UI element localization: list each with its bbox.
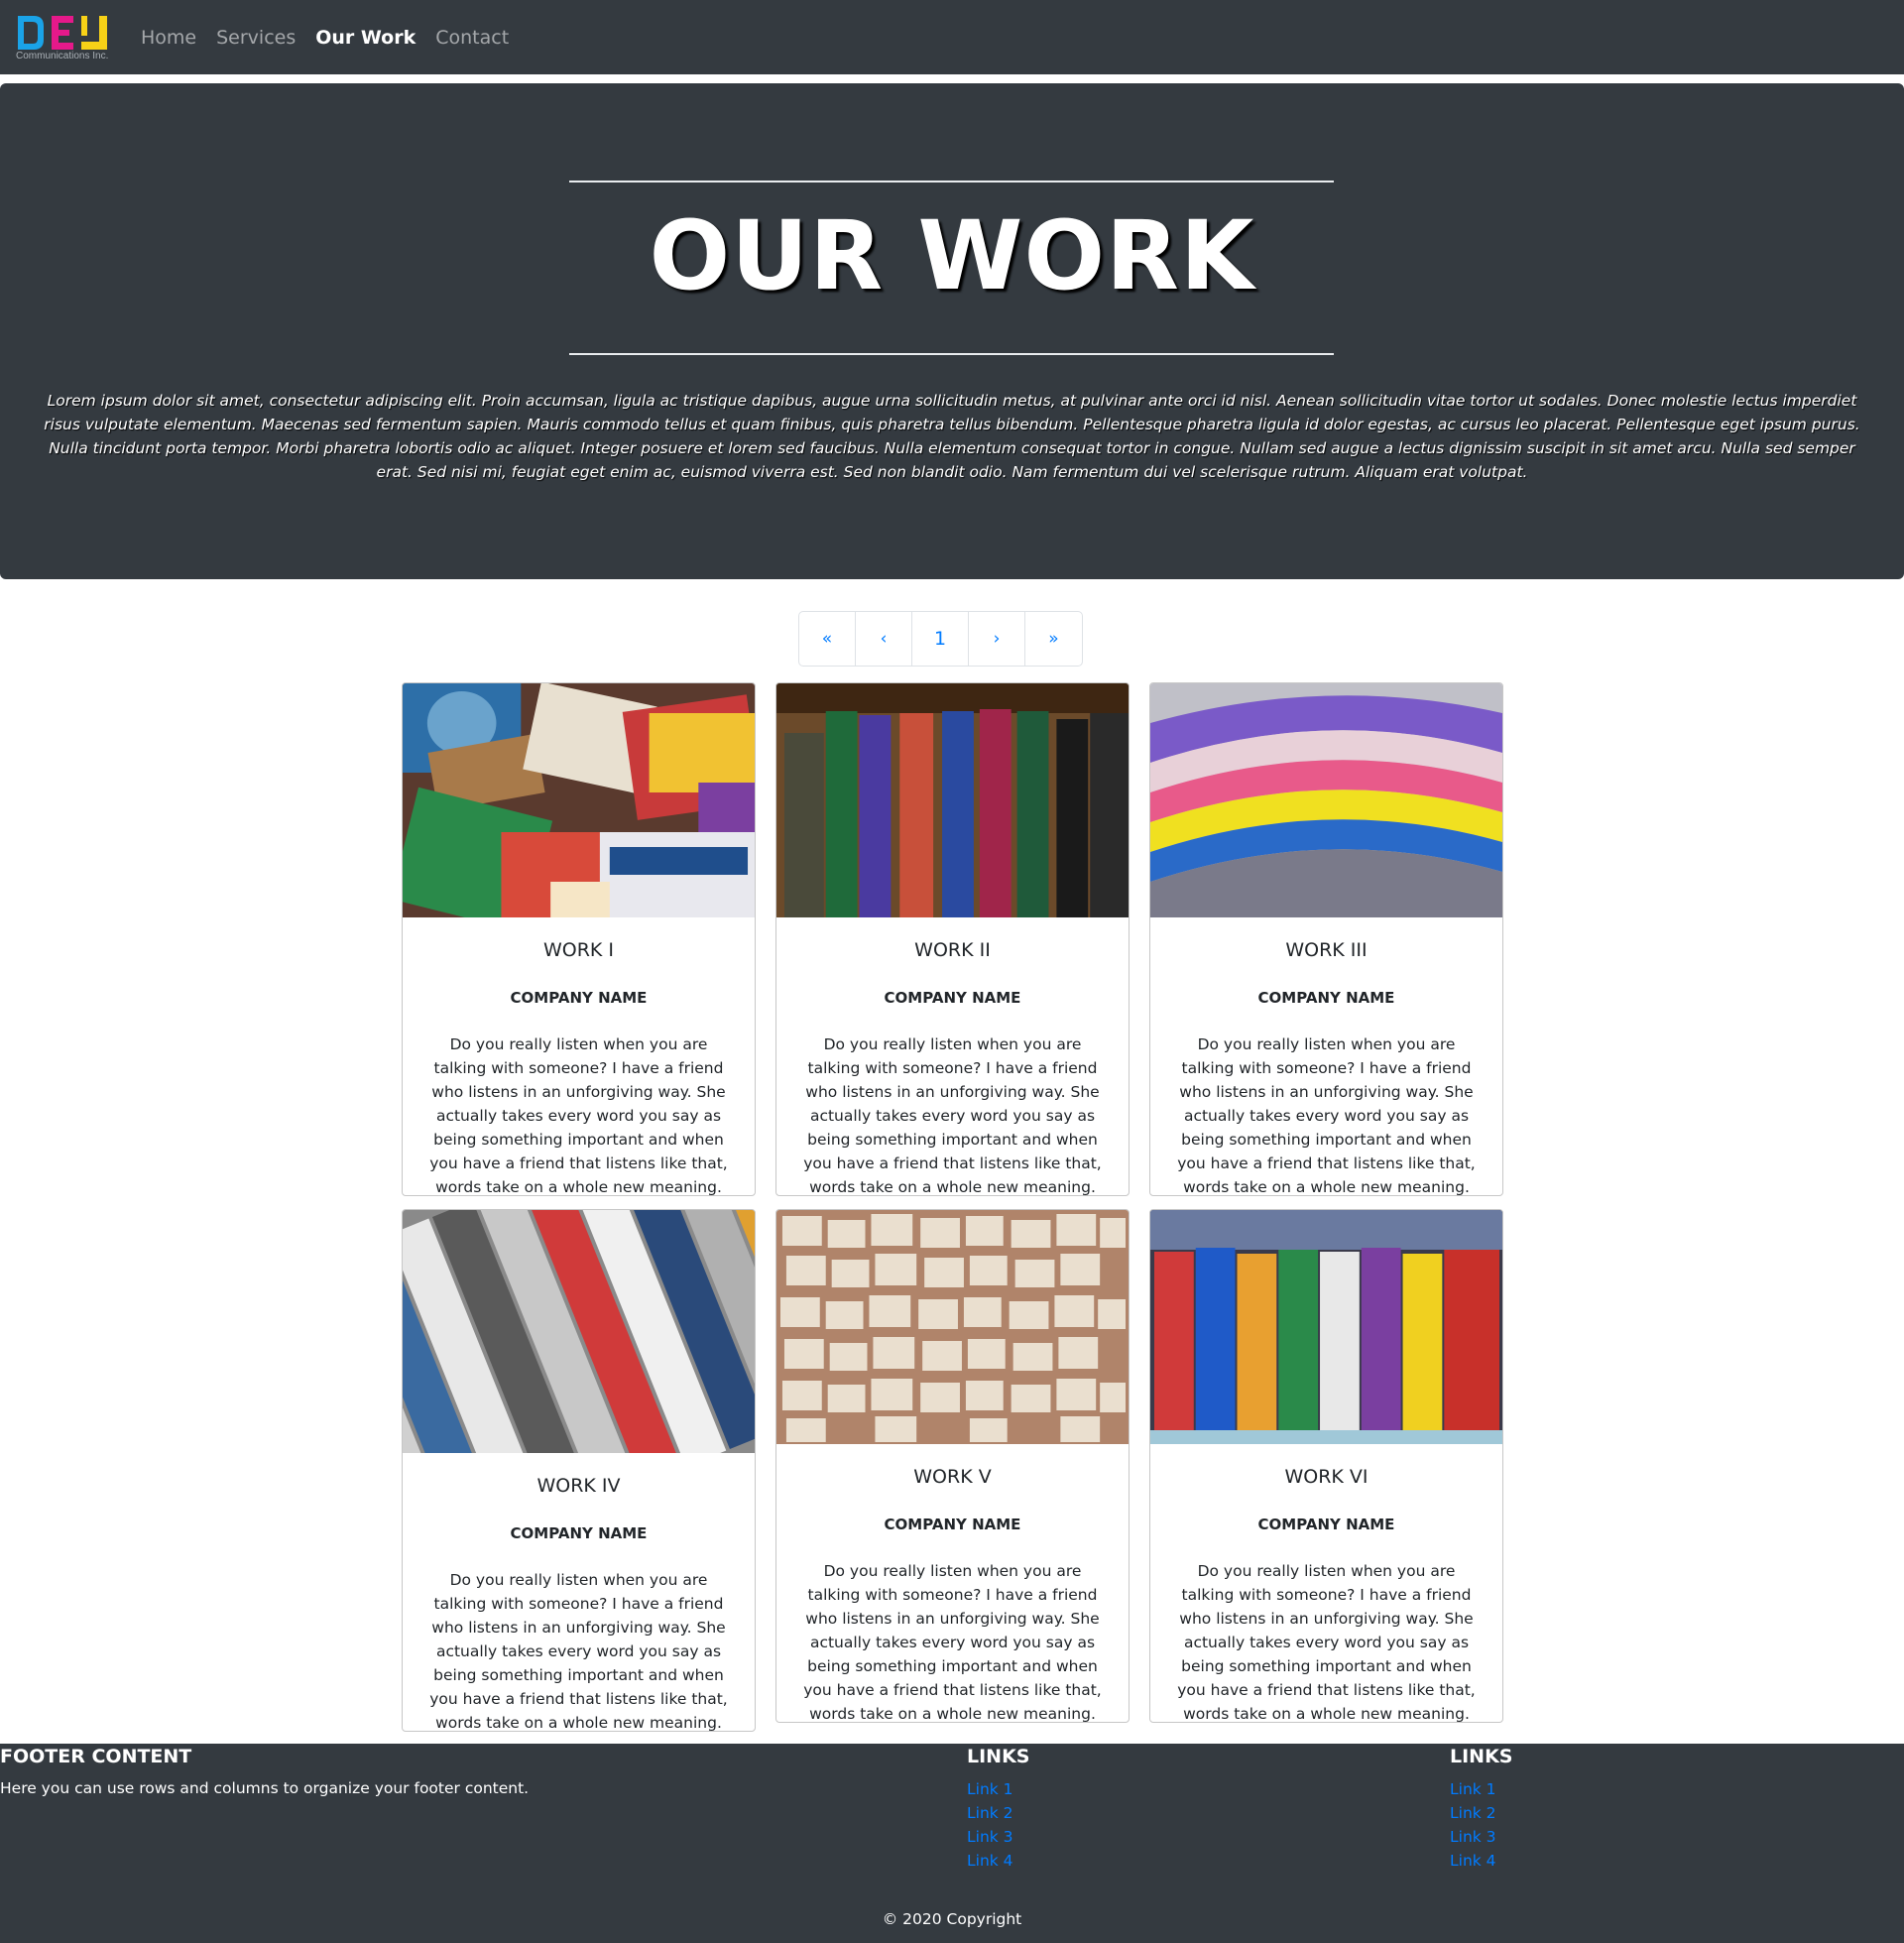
list-item: Link 2 [1450, 1801, 1496, 1825]
card-description: Do you really listen when you are talkin… [1177, 1035, 1476, 1196]
card-title: WORK I [542, 939, 615, 961]
card-company: COMPANY NAME [884, 989, 1021, 1007]
work-card-2[interactable]: WORK II COMPANY NAME Do you really liste… [775, 682, 1130, 1196]
copyright: © 2020 Copyright [882, 1910, 1022, 1928]
footer-links-list-2: Link 1 Link 2 Link 3 Link 4 [1450, 1777, 1496, 1873]
list-item: Link 1 [1450, 1777, 1496, 1801]
footer-links-list-1: Link 1 Link 2 Link 3 Link 4 [967, 1777, 1013, 1873]
footer-heading: FOOTER CONTENT [0, 1746, 192, 1767]
work-card-5[interactable]: WORK V COMPANY NAME Do you really listen… [775, 1209, 1130, 1723]
list-item: Link 1 [967, 1777, 1013, 1801]
footer-link-3[interactable]: Link 3 [1450, 1828, 1496, 1846]
hero-description: Lorem ipsum dolor sit amet, consectetur … [44, 392, 1860, 481]
nav-contact[interactable]: Contact [435, 27, 509, 49]
hero-divider-top [569, 181, 1334, 182]
work-card-3[interactable]: WORK III COMPANY NAME Do you really list… [1149, 682, 1503, 1196]
card-title: WORK V [913, 1466, 992, 1488]
work-card-4[interactable]: WORK IV COMPANY NAME Do you really liste… [402, 1209, 756, 1732]
card-description: Do you really listen when you are talkin… [429, 1035, 728, 1196]
card-company: COMPANY NAME [510, 989, 648, 1007]
navbar: Communications Inc. Home Services Our Wo… [0, 0, 1904, 74]
pagination-first[interactable]: « [799, 612, 856, 666]
open-books-image [776, 1210, 1129, 1444]
card-company: COMPANY NAME [1257, 989, 1395, 1007]
footer-text: Here you can use rows and columns to org… [0, 1779, 530, 1797]
footer-links-heading-2: LINKS [1450, 1746, 1513, 1767]
card-title: WORK IV [536, 1475, 621, 1497]
card-description: Do you really listen when you are talkin… [1177, 1562, 1476, 1723]
footer-link-1[interactable]: Link 1 [1450, 1780, 1496, 1798]
hero-divider-bottom [569, 353, 1334, 355]
nav-links: Home Services Our Work Contact [141, 0, 509, 74]
logo-letters-icon [18, 16, 107, 50]
pagination-page-1[interactable]: 1 [912, 612, 969, 666]
card-title: WORK VI [1284, 1466, 1368, 1488]
card-company: COMPANY NAME [1257, 1516, 1395, 1533]
brand-logo[interactable]: Communications Inc. [16, 14, 115, 63]
card-company: COMPANY NAME [884, 1516, 1021, 1533]
list-item: Link 4 [1450, 1849, 1496, 1873]
work-card-6[interactable]: WORK VI COMPANY NAME Do you really liste… [1149, 1209, 1503, 1723]
card-title: WORK III [1285, 939, 1368, 961]
list-item: Link 3 [967, 1825, 1013, 1849]
page-title: OUR WORK [649, 200, 1255, 311]
site-footer: FOOTER CONTENT Here you can use rows and… [0, 1744, 1904, 1943]
footer-link-4[interactable]: Link 4 [1450, 1852, 1496, 1870]
card-company: COMPANY NAME [510, 1524, 648, 1542]
brand-subtitle: Communications Inc. [16, 51, 109, 61]
list-item: Link 4 [967, 1849, 1013, 1873]
nav-services[interactable]: Services [216, 27, 296, 49]
work-card-1[interactable]: WORK I COMPANY NAME Do you really listen… [402, 682, 756, 1196]
stacked-magazines-image [1150, 683, 1502, 917]
hero-jumbotron: OUR WORK Lorem ipsum dolor sit amet, con… [0, 83, 1904, 579]
card-description: Do you really listen when you are talkin… [803, 1562, 1102, 1723]
pagination: « ‹ 1 › » [798, 611, 1083, 667]
pagination-last[interactable]: » [1025, 612, 1082, 666]
footer-link-4[interactable]: Link 4 [967, 1852, 1013, 1870]
footer-link-2[interactable]: Link 2 [967, 1804, 1013, 1822]
card-description: Do you really listen when you are talkin… [803, 1035, 1102, 1196]
footer-links-heading-1: LINKS [967, 1746, 1030, 1767]
list-item: Link 3 [1450, 1825, 1496, 1849]
card-title: WORK II [914, 939, 991, 961]
card-description: Do you really listen when you are talkin… [429, 1571, 728, 1732]
magazine-rack-image [1150, 1210, 1502, 1444]
magazines-coffee-image [403, 683, 755, 917]
footer-link-3[interactable]: Link 3 [967, 1828, 1013, 1846]
pagination-next[interactable]: › [969, 612, 1025, 666]
list-item: Link 2 [967, 1801, 1013, 1825]
pagination-prev[interactable]: ‹ [856, 612, 912, 666]
footer-link-2[interactable]: Link 2 [1450, 1804, 1496, 1822]
nav-home[interactable]: Home [141, 27, 196, 49]
bookshelf-image [776, 683, 1129, 917]
rolled-newspapers-image [403, 1210, 755, 1453]
footer-link-1[interactable]: Link 1 [967, 1780, 1013, 1798]
nav-our-work[interactable]: Our Work [315, 27, 416, 49]
